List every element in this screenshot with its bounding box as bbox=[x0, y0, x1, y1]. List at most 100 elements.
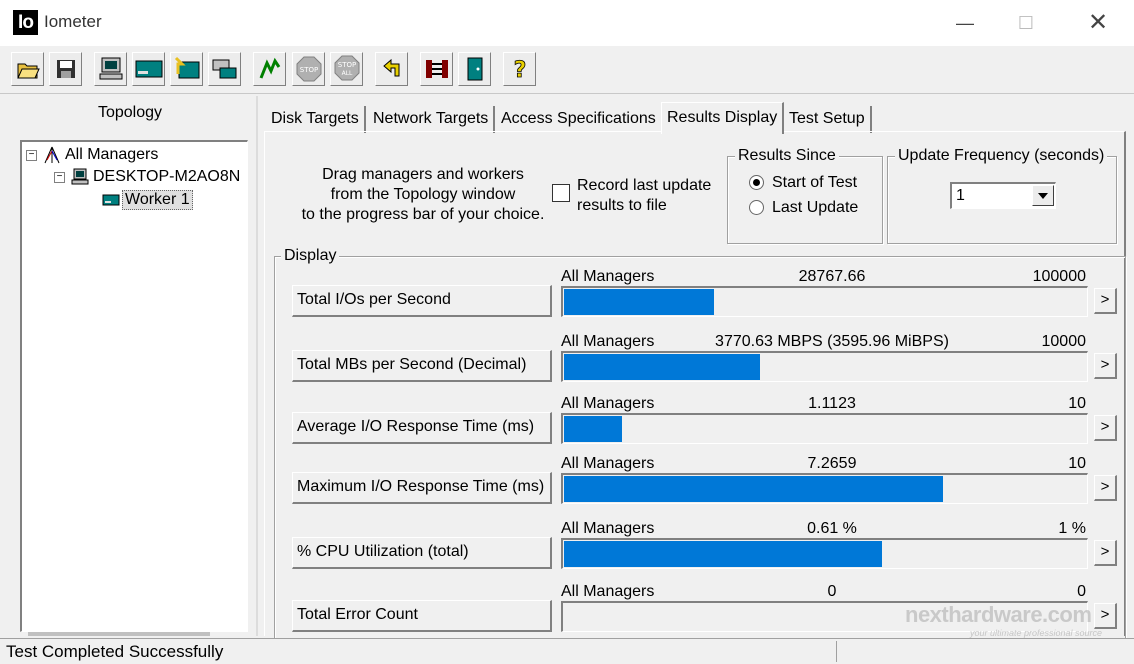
tab-test-setup[interactable]: Test Setup bbox=[784, 106, 872, 133]
checkbox-label-line: Record last update bbox=[577, 177, 712, 194]
radio-last-update[interactable] bbox=[749, 200, 764, 215]
drag-instructions: Drag managers and workers from the Topol… bbox=[290, 165, 556, 225]
chevron-down-icon[interactable] bbox=[1032, 185, 1054, 206]
display-title: Display bbox=[281, 247, 340, 265]
tree-node-worker-1[interactable]: Worker 1 bbox=[102, 190, 193, 210]
row-max: 1 % bbox=[1058, 520, 1086, 537]
maximize-button[interactable]: ☐ bbox=[1011, 8, 1041, 38]
start-network-worker-button[interactable] bbox=[170, 52, 203, 86]
more-button-max-response[interactable]: > bbox=[1094, 475, 1117, 501]
undo-arrow-icon bbox=[382, 58, 399, 77]
tree-node-label: DESKTOP-M2AO8N bbox=[93, 168, 241, 185]
more-button-cpu[interactable]: > bbox=[1094, 540, 1117, 566]
all-managers-icon bbox=[44, 146, 60, 164]
metric-button-errors[interactable]: Total Error Count bbox=[292, 600, 552, 632]
row-value: 1.1123 bbox=[808, 395, 856, 412]
exit-door-icon bbox=[467, 57, 482, 81]
disk-worker-icon bbox=[135, 60, 162, 78]
duplicate-worker-button[interactable] bbox=[208, 52, 241, 86]
save-config-button[interactable] bbox=[49, 52, 82, 86]
tree-node-label: All Managers bbox=[65, 146, 159, 163]
floppy-disk-icon bbox=[56, 60, 75, 78]
title-bar: Io Iometer — ☐ ✕ bbox=[0, 0, 1134, 46]
status-bar: Test Completed Successfully bbox=[0, 638, 1134, 664]
row-max: 10000 bbox=[1041, 333, 1087, 350]
progress-bar-max-response[interactable] bbox=[561, 473, 1088, 504]
progress-bar-fill bbox=[564, 476, 943, 502]
status-text: Test Completed Successfully bbox=[6, 642, 224, 661]
progress-bar-iops[interactable] bbox=[561, 286, 1088, 317]
stop-all-button[interactable]: STOP ALL bbox=[330, 52, 363, 86]
stop-test-button[interactable]: STOP bbox=[292, 52, 325, 86]
question-mark-icon: ? bbox=[513, 58, 527, 82]
more-button-iops[interactable]: > bbox=[1094, 288, 1117, 314]
radio-last-update-label[interactable]: Last Update bbox=[772, 199, 858, 217]
metric-button-cpu[interactable]: % CPU Utilization (total) bbox=[292, 537, 552, 569]
duplicate-worker-icon bbox=[212, 59, 236, 79]
computer-icon bbox=[99, 57, 122, 80]
update-frequency-select[interactable]: 1 bbox=[950, 182, 1056, 209]
disconnect-button[interactable] bbox=[420, 52, 453, 86]
progress-bar-fill bbox=[564, 354, 760, 380]
computer-icon bbox=[71, 168, 89, 185]
progress-bar-mbps[interactable] bbox=[561, 351, 1088, 382]
disconnect-icon bbox=[425, 60, 448, 78]
topology-panel: Topology − All Managers − DESKTOP-M2AO8N… bbox=[6, 96, 254, 636]
tab-network-targets[interactable]: Network Targets bbox=[368, 106, 496, 133]
more-button-avg-response[interactable]: > bbox=[1094, 415, 1117, 441]
window-title: Iometer bbox=[44, 12, 102, 31]
results-since-title: Results Since bbox=[735, 147, 839, 165]
topology-title: Topology bbox=[97, 104, 163, 121]
disk-worker-icon bbox=[102, 194, 120, 206]
tab-access-specifications[interactable]: Access Specifications bbox=[496, 106, 663, 133]
record-results-label[interactable]: Record last update results to file bbox=[577, 176, 711, 216]
collapse-icon[interactable]: − bbox=[54, 171, 65, 183]
tab-disk-targets[interactable]: Disk Targets bbox=[266, 106, 366, 133]
tree-node-all-managers[interactable]: − All Managers bbox=[26, 146, 158, 164]
start-tests-button[interactable] bbox=[253, 52, 286, 86]
panel-splitter[interactable] bbox=[256, 96, 258, 636]
radio-start-of-test[interactable] bbox=[749, 175, 764, 190]
row-value: 0 bbox=[827, 583, 837, 600]
more-button-errors[interactable]: > bbox=[1094, 603, 1117, 629]
minimize-button[interactable]: — bbox=[950, 8, 980, 38]
record-results-checkbox[interactable] bbox=[552, 184, 570, 202]
metric-button-iops[interactable]: Total I/Os per Second bbox=[292, 285, 552, 317]
row-max: 10 bbox=[1068, 455, 1086, 472]
row-max: 0 bbox=[1077, 583, 1086, 600]
start-disk-worker-button[interactable] bbox=[132, 52, 165, 86]
open-folder-icon bbox=[16, 63, 40, 79]
metric-button-avg-response[interactable]: Average I/O Response Time (ms) bbox=[292, 412, 552, 444]
more-button-mbps[interactable]: > bbox=[1094, 353, 1117, 379]
start-new-manager-button[interactable] bbox=[94, 52, 127, 86]
watermark-tagline: your ultimate professional source bbox=[970, 628, 1103, 638]
metric-button-mbps[interactable]: Total MBs per Second (Decimal) bbox=[292, 350, 552, 382]
progress-bar-fill bbox=[564, 416, 622, 442]
row-value: 7.2659 bbox=[807, 455, 857, 472]
progress-bar-cpu[interactable] bbox=[561, 538, 1088, 569]
exit-button[interactable] bbox=[458, 52, 491, 86]
stop-sign-icon: STOP bbox=[296, 56, 321, 82]
tree-horizontal-scrollbar[interactable] bbox=[28, 632, 210, 636]
stop-all-icon-text: STOP bbox=[337, 61, 355, 69]
watermark: nexthardware.com bbox=[905, 602, 1092, 627]
metric-button-max-response[interactable]: Maximum I/O Response Time (ms) bbox=[292, 472, 552, 504]
row-max: 10 bbox=[1068, 395, 1086, 412]
radio-start-of-test-label[interactable]: Start of Test bbox=[772, 174, 857, 192]
progress-bar-avg-response[interactable] bbox=[561, 413, 1088, 444]
stop-all-icon-subtext: ALL bbox=[341, 70, 352, 77]
tree-node-manager[interactable]: − DESKTOP-M2AO8N bbox=[54, 168, 240, 186]
help-button[interactable]: ? bbox=[503, 52, 536, 86]
update-frequency-title: Update Frequency (seconds) bbox=[895, 147, 1108, 165]
tab-results-display[interactable]: Results Display bbox=[661, 102, 785, 134]
collapse-icon[interactable]: − bbox=[26, 149, 37, 161]
topology-tree[interactable]: − All Managers − DESKTOP-M2AO8N Worker 1 bbox=[20, 140, 248, 632]
row-value: 0.61 % bbox=[807, 520, 857, 537]
close-button[interactable]: ✕ bbox=[1083, 8, 1113, 38]
progress-bar-fill bbox=[564, 289, 714, 315]
instruction-line: from the Topology window bbox=[330, 186, 516, 203]
instruction-line: Drag managers and workers bbox=[322, 166, 524, 183]
tree-node-label: Worker 1 bbox=[122, 190, 193, 210]
reset-workers-button[interactable] bbox=[375, 52, 408, 86]
open-config-button[interactable] bbox=[11, 52, 44, 86]
